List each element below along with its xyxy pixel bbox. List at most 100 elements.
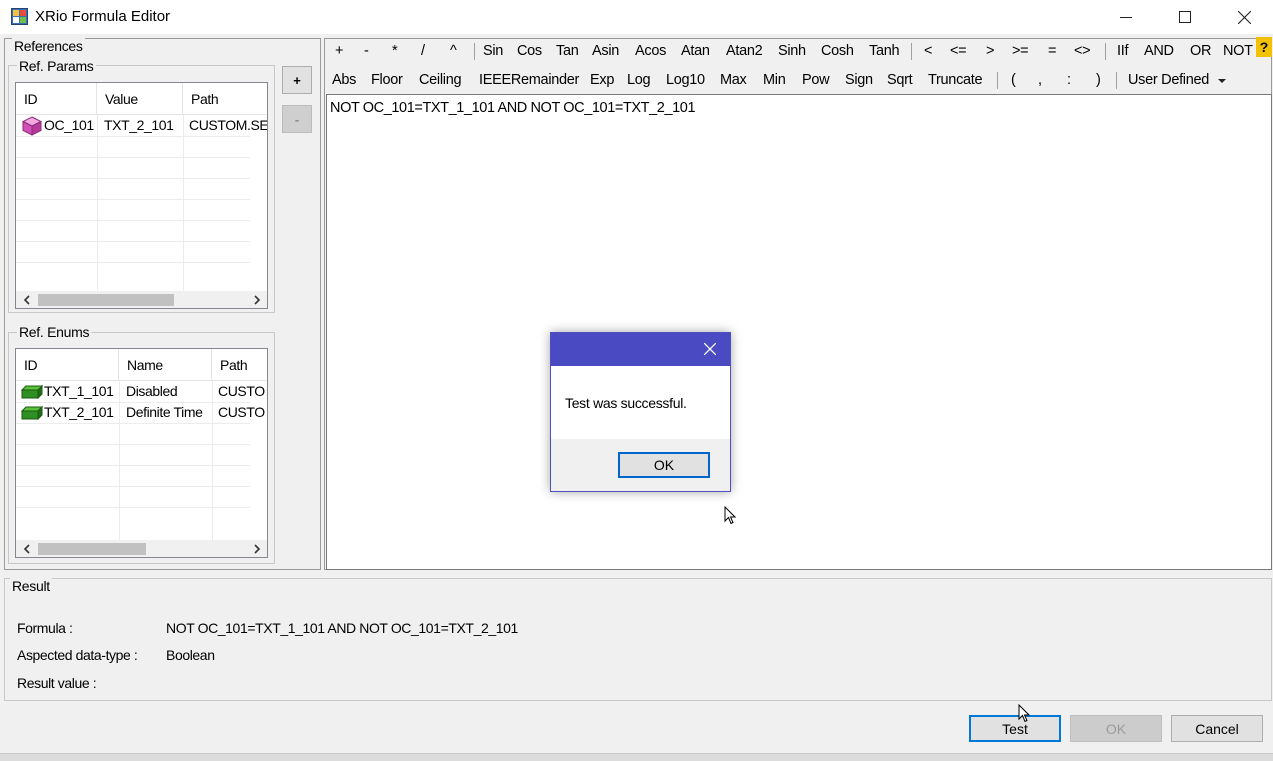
dialog-footer: OK xyxy=(551,439,730,491)
column-header-id[interactable]: ID xyxy=(16,349,119,381)
formula-editor[interactable]: NOT OC_101=TXT_1_101 AND NOT OC_101=TXT_… xyxy=(326,94,1272,570)
fn-ceiling-button[interactable]: Ceiling xyxy=(419,66,462,94)
fn-min-button[interactable]: Min xyxy=(763,66,786,94)
fn-tan-button[interactable]: Tan xyxy=(556,37,579,65)
toolbar-separator xyxy=(1105,43,1106,60)
close-paren-button[interactable]: ) xyxy=(1096,66,1101,94)
fn-atan-button[interactable]: Atan xyxy=(681,37,710,65)
formula-text: NOT OC_101=TXT_1_101 AND NOT OC_101=TXT_… xyxy=(330,100,696,116)
fn-sin-button[interactable]: Sin xyxy=(483,37,503,65)
enum-block-icon xyxy=(21,405,43,421)
dialog-ok-button[interactable]: OK xyxy=(618,452,710,478)
op-and-button[interactable]: AND xyxy=(1144,37,1174,65)
op-less-equal-button[interactable]: <= xyxy=(950,37,967,65)
fn-abs-button[interactable]: Abs xyxy=(332,66,356,94)
ref-enums-hscroll[interactable] xyxy=(16,540,267,557)
enum-name: Definite Time xyxy=(126,404,203,420)
fn-truncate-button[interactable]: Truncate xyxy=(928,66,983,94)
colon-button[interactable]: : xyxy=(1067,66,1071,94)
scroll-left-button[interactable] xyxy=(18,540,35,557)
fn-cos-button[interactable]: Cos xyxy=(517,37,542,65)
column-header-path[interactable]: Path xyxy=(183,83,267,115)
ref-enums-label: Ref. Enums xyxy=(17,324,92,340)
param-id: OC_101 xyxy=(44,117,94,133)
remove-reference-button[interactable]: - xyxy=(282,105,312,133)
title-bar: XRio Formula Editor xyxy=(0,0,1273,34)
close-icon xyxy=(1237,10,1251,24)
enum-path: CUSTO xyxy=(218,383,265,399)
maximize-button[interactable] xyxy=(1156,0,1214,34)
toolbar-separator xyxy=(911,43,912,60)
op-greater-equal-button[interactable]: >= xyxy=(1012,37,1029,65)
op-or-button[interactable]: OR xyxy=(1190,37,1211,65)
scroll-left-button[interactable] xyxy=(18,291,35,308)
op-greater-button[interactable]: > xyxy=(986,37,994,65)
fn-floor-button[interactable]: Floor xyxy=(371,66,403,94)
user-defined-label: User Defined xyxy=(1128,72,1210,88)
comma-button[interactable]: , xyxy=(1038,66,1042,94)
toolbar-separator xyxy=(997,72,998,89)
fn-sign-button[interactable]: Sign xyxy=(845,66,873,94)
cube-icon xyxy=(22,116,42,136)
op-power-button[interactable]: ^ xyxy=(450,37,457,65)
formula-value: NOT OC_101=TXT_1_101 AND NOT OC_101=TXT_… xyxy=(166,620,518,636)
window-bottom-edge xyxy=(0,753,1273,761)
dialog-close-button[interactable] xyxy=(694,335,726,363)
minimize-button[interactable] xyxy=(1097,0,1155,34)
help-icon[interactable]: ? xyxy=(1256,37,1272,57)
op-equal-button[interactable]: = xyxy=(1048,37,1056,65)
fn-cosh-button[interactable]: Cosh xyxy=(821,37,854,65)
close-button[interactable] xyxy=(1215,0,1273,34)
fn-atan2-button[interactable]: Atan2 xyxy=(726,37,763,65)
fn-sqrt-button[interactable]: Sqrt xyxy=(887,66,913,94)
chevron-left-icon xyxy=(23,543,30,554)
ref-params-hscroll[interactable] xyxy=(16,291,267,308)
fn-sinh-button[interactable]: Sinh xyxy=(778,37,806,65)
operator-toolbar: + - * / ^ Sin Cos Tan Asin Acos Atan Ata… xyxy=(326,37,1273,65)
column-header-value[interactable]: Value xyxy=(97,83,183,115)
fn-asin-button[interactable]: Asin xyxy=(592,37,619,65)
cancel-button[interactable]: Cancel xyxy=(1171,715,1263,742)
scroll-thumb[interactable] xyxy=(38,294,174,306)
user-defined-dropdown[interactable]: User Defined xyxy=(1128,66,1226,94)
column-header-name[interactable]: Name xyxy=(119,349,212,381)
op-multiply-button[interactable]: * xyxy=(392,37,398,65)
mouse-cursor-icon xyxy=(724,506,736,525)
scroll-right-button[interactable] xyxy=(248,291,265,308)
fn-pow-button[interactable]: Pow xyxy=(802,66,830,94)
fn-ieeeremainder-button[interactable]: IEEERemainder xyxy=(479,66,579,94)
add-reference-button[interactable]: + xyxy=(282,66,312,94)
fn-iif-button[interactable]: IIf xyxy=(1117,37,1128,65)
close-icon xyxy=(704,343,716,355)
ref-enums-header: ID Name Path xyxy=(16,349,267,381)
test-button[interactable]: Test xyxy=(969,715,1061,742)
op-less-button[interactable]: < xyxy=(924,37,932,65)
ok-button[interactable]: OK xyxy=(1070,715,1162,742)
op-not-button[interactable]: NOT xyxy=(1223,37,1253,65)
open-paren-button[interactable]: ( xyxy=(1011,66,1016,94)
toolbar-separator xyxy=(1116,72,1117,89)
scroll-thumb[interactable] xyxy=(38,543,146,555)
window-title: XRio Formula Editor xyxy=(35,8,171,25)
ref-enums-grid[interactable]: ID Name Path TXT_1_101 Disabled CUSTO TX… xyxy=(15,348,268,558)
datatype-label: Aspected data-type : xyxy=(17,647,138,663)
op-minus-button[interactable]: - xyxy=(364,37,369,65)
op-divide-button[interactable]: / xyxy=(421,37,425,65)
column-header-id[interactable]: ID xyxy=(16,83,97,115)
param-value: TXT_2_101 xyxy=(104,117,174,133)
fn-tanh-button[interactable]: Tanh xyxy=(869,37,900,65)
fn-log-button[interactable]: Log xyxy=(627,66,651,94)
op-not-equal-button[interactable]: <> xyxy=(1074,37,1091,65)
scroll-right-button[interactable] xyxy=(248,540,265,557)
ref-params-grid[interactable]: ID Value Path OC_101 TXT_2_101 CUSTOM.SE xyxy=(15,82,268,309)
fn-acos-button[interactable]: Acos xyxy=(635,37,666,65)
column-header-path[interactable]: Path xyxy=(212,349,267,381)
toolbar-separator xyxy=(474,43,475,60)
maximize-icon xyxy=(1179,11,1191,23)
formula-label: Formula : xyxy=(17,620,73,636)
op-plus-button[interactable]: + xyxy=(335,37,343,65)
fn-max-button[interactable]: Max xyxy=(720,66,747,94)
result-value-label: Result value : xyxy=(17,675,97,691)
fn-exp-button[interactable]: Exp xyxy=(590,66,614,94)
fn-log10-button[interactable]: Log10 xyxy=(666,66,705,94)
